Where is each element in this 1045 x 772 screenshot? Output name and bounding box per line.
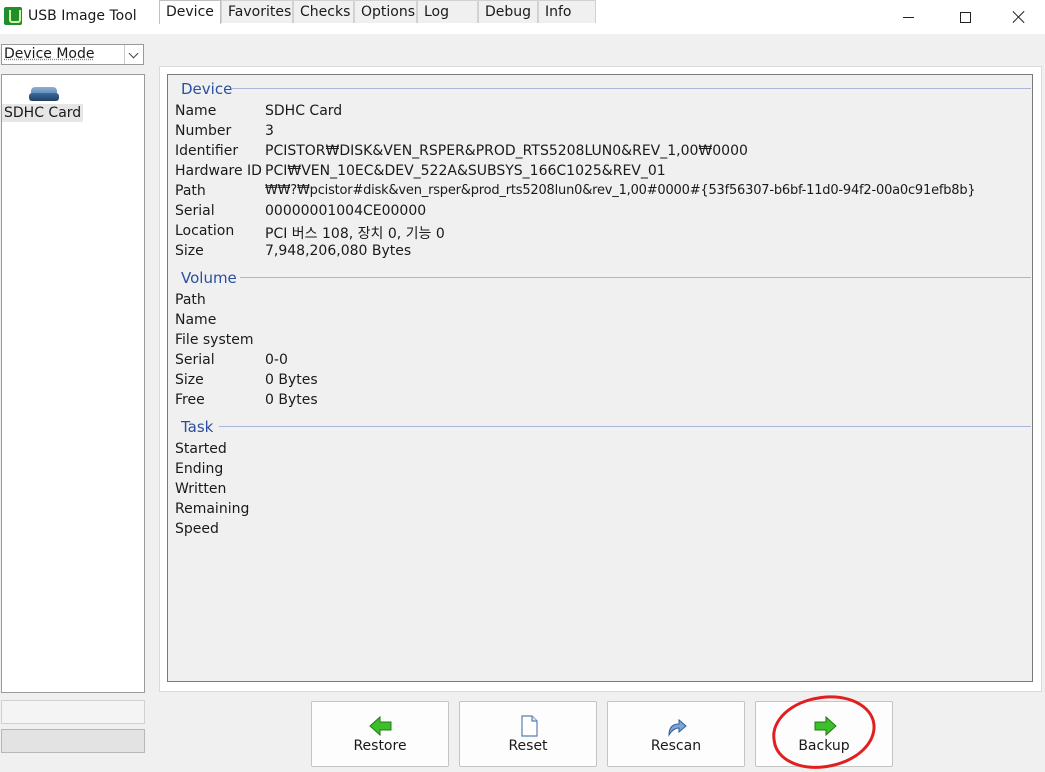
maximize-icon	[959, 11, 971, 23]
device-path-label: Path	[175, 183, 206, 199]
task-section-title: Task	[181, 418, 214, 436]
device-mode-select[interactable]: Device Mode	[1, 44, 144, 65]
rescan-button[interactable]: Rescan	[607, 701, 745, 767]
device-size-label: Size	[175, 243, 204, 259]
arrow-left-icon	[369, 715, 392, 737]
app-icon	[4, 7, 22, 25]
volume-section-divider	[240, 277, 1031, 278]
device-number-label: Number	[175, 123, 232, 139]
device-location-value: PCI 버스 108, 장치 0, 기능 0	[265, 226, 445, 242]
task-remaining-label: Remaining	[175, 501, 250, 517]
device-size-value: 7,948,206,080 Bytes	[265, 243, 412, 259]
volume-serial-value: 0-0	[265, 352, 288, 368]
task-written-label: Written	[175, 481, 227, 497]
device-mode-value: Device Mode	[4, 46, 95, 62]
chevron-down-icon[interactable]	[124, 45, 143, 64]
tab-checks[interactable]: Checks	[293, 0, 354, 23]
minimize-icon	[902, 16, 914, 18]
maximize-button[interactable]	[936, 0, 994, 34]
status-field	[1, 700, 145, 724]
restore-label: Restore	[353, 738, 407, 754]
device-identifier-label: Identifier	[175, 143, 239, 159]
device-section-title: Device	[181, 80, 233, 98]
tab-options[interactable]: Options	[354, 0, 417, 23]
device-serial-label: Serial	[175, 203, 215, 219]
volume-section-title: Volume	[181, 269, 237, 287]
task-section-divider	[219, 426, 1031, 427]
volume-serial-label: Serial	[175, 352, 215, 368]
task-started-label: Started	[175, 441, 227, 457]
volume-size-value: 0 Bytes	[265, 372, 318, 388]
device-list[interactable]	[1, 74, 145, 693]
tab-device[interactable]: Device	[159, 0, 221, 24]
device-name-label: Name	[175, 103, 217, 119]
reset-button[interactable]: Reset	[459, 701, 597, 767]
window-title: USB Image Tool	[28, 8, 137, 24]
volume-free-value: 0 Bytes	[265, 392, 318, 408]
volume-free-label: Free	[175, 392, 205, 408]
device-identifier-value: PCISTOR₩DISK&VEN_RSPER&PROD_RTS5208LUN0&…	[265, 143, 748, 159]
rescan-label: Rescan	[650, 738, 702, 754]
tab-log[interactable]: Log	[417, 0, 478, 23]
device-item-label[interactable]: SDHC Card	[2, 104, 84, 122]
refresh-arrow-icon	[668, 718, 687, 737]
restore-button[interactable]: Restore	[311, 701, 449, 767]
volume-name-label: Name	[175, 312, 217, 328]
device-hardware-id-value: PCI₩VEN_10EC&DEV_522A&SUBSYS_166C1025&RE…	[265, 163, 666, 179]
task-speed-label: Speed	[175, 521, 219, 537]
progress-bar	[1, 729, 145, 753]
device-path-value: ₩₩?₩pcistor#disk&ven_rsper&prod_rts5208l…	[265, 183, 976, 198]
device-section-divider	[231, 88, 1031, 89]
device-number-value: 3	[265, 123, 274, 139]
tab-debug[interactable]: Debug	[478, 0, 538, 23]
device-location-label: Location	[175, 223, 235, 239]
tab-info[interactable]: Info	[538, 0, 596, 23]
document-icon	[521, 715, 538, 737]
close-button[interactable]	[993, 0, 1045, 34]
device-hardware-id-label: Hardware ID	[175, 163, 262, 179]
minimize-button[interactable]	[879, 0, 937, 34]
volume-file-system-label: File system	[175, 332, 254, 348]
tab-favorites[interactable]: Favorites	[221, 0, 293, 23]
volume-size-label: Size	[175, 372, 204, 388]
volume-path-label: Path	[175, 292, 206, 308]
reset-label: Reset	[508, 738, 548, 754]
close-icon	[1012, 10, 1026, 24]
task-ending-label: Ending	[175, 461, 224, 477]
drive-icon	[29, 87, 59, 101]
device-serial-value: 00000001004CE00000	[265, 203, 427, 219]
device-name-value: SDHC Card	[265, 103, 343, 119]
